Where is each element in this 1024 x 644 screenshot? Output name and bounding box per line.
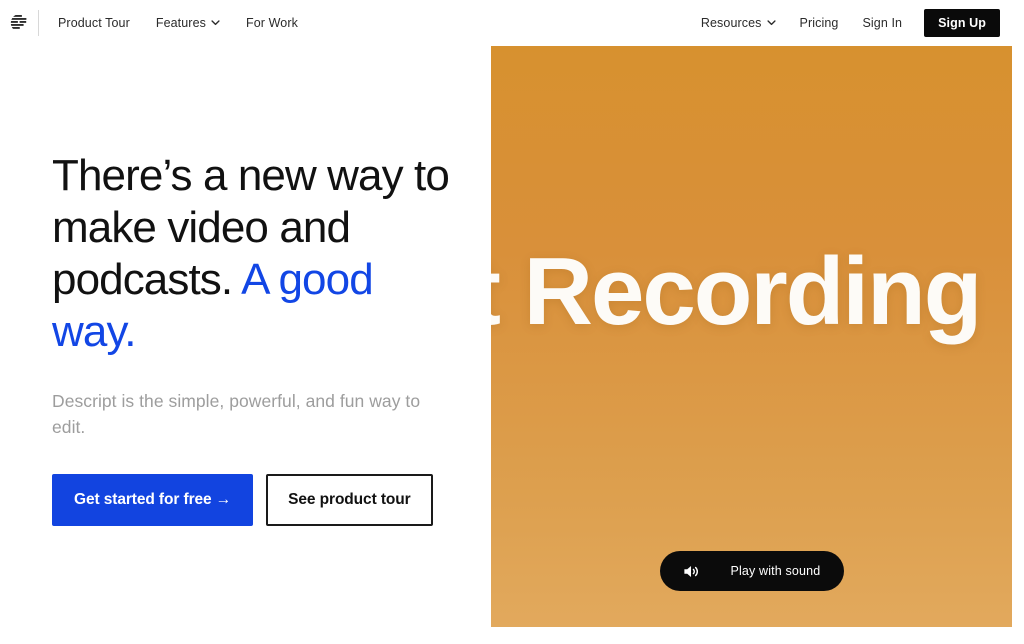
speaker-sound-icon (683, 565, 698, 577)
nav-link-label: Sign In (862, 16, 903, 30)
nav-link-label: Resources (700, 16, 762, 30)
nav-link-sign-in[interactable]: Sign In (852, 10, 912, 36)
nav-link-features[interactable]: Features (147, 10, 229, 36)
play-with-sound-label: Play with sound (730, 564, 821, 578)
hero-cta-row: Get started for free → See product tour (52, 474, 452, 526)
hero-content: There’s a new way to make video and podc… (52, 150, 452, 526)
nav-link-label: Features (155, 16, 206, 30)
play-with-sound-button[interactable]: Play with sound (659, 551, 844, 591)
chevron-down-icon (766, 18, 776, 27)
nav-link-label: Pricing (799, 16, 839, 30)
main-navigation: Product Tour Features For Work Resources (0, 0, 1024, 46)
nav-link-label: Product Tour (58, 16, 130, 30)
get-started-button[interactable]: Get started for free → (52, 474, 254, 526)
hero-video-player[interactable]: t Recording Play with sound (491, 46, 1012, 627)
nav-right-group: Resources Pricing Sign In Sign Up (691, 9, 1024, 37)
see-product-tour-button[interactable]: See product tour (266, 474, 433, 526)
chevron-down-icon (211, 18, 220, 27)
nav-link-resources[interactable]: Resources (691, 10, 786, 36)
nav-left-group: Product Tour Features For Work (0, 0, 315, 46)
page-title: There’s a new way to make video and podc… (52, 150, 452, 358)
hero-subheading: Descript is the simple, powerful, and fu… (52, 391, 421, 437)
nav-link-for-work[interactable]: For Work (237, 10, 307, 36)
landing-page: Product Tour Features For Work Resources (0, 0, 1024, 644)
nav-link-product-tour[interactable]: Product Tour (49, 10, 139, 36)
nav-divider (38, 10, 39, 36)
descript-logo-icon[interactable] (4, 0, 36, 46)
nav-link-pricing[interactable]: Pricing (790, 10, 849, 36)
video-overlay-text: t Recording (491, 238, 982, 345)
sign-up-button[interactable]: Sign Up (924, 9, 1000, 37)
nav-link-label: For Work (245, 16, 298, 30)
